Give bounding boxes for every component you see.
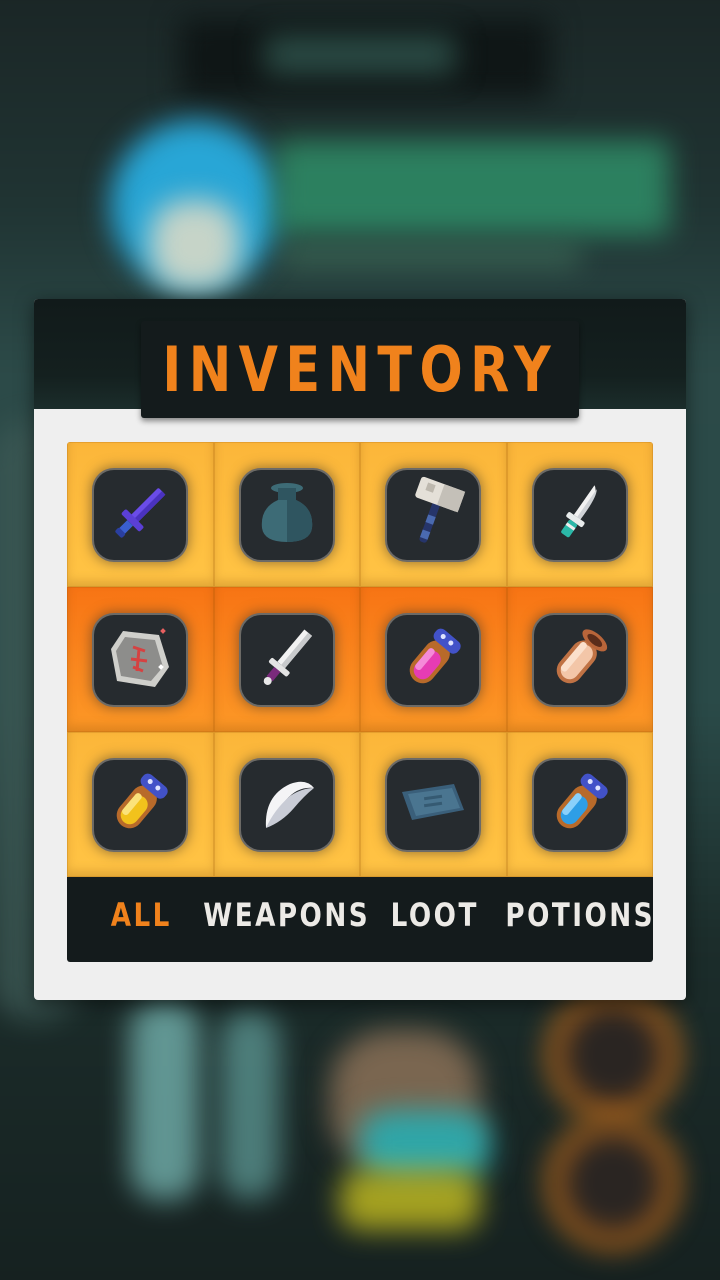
tab-weapons[interactable]: WEAPONS <box>204 877 368 952</box>
white-feather-icon <box>250 766 324 844</box>
inventory-slot-1[interactable] <box>67 442 214 587</box>
tab-weapons-label: WEAPONS <box>203 895 371 934</box>
steel-sword-icon <box>250 621 324 699</box>
inventory-title: INVENTORY <box>162 332 558 406</box>
inventory-slot-7[interactable] <box>360 587 507 732</box>
purple-sword-icon <box>103 476 177 554</box>
category-tabs: ALL WEAPONS LOOT POTIONS <box>67 877 653 962</box>
inventory-slot-9[interactable] <box>67 732 214 877</box>
inventory-slot-11[interactable] <box>360 732 507 877</box>
inventory-slot-8[interactable] <box>506 587 653 732</box>
inventory-slot-3[interactable] <box>360 442 507 587</box>
title-plate: INVENTORY <box>141 321 579 418</box>
yellow-potion-icon <box>103 766 177 844</box>
dark-jar-icon <box>250 476 324 554</box>
inventory-slot-6[interactable] <box>213 587 360 732</box>
tab-all-label: ALL <box>110 895 172 934</box>
tab-potions-label: POTIONS <box>505 895 655 934</box>
scroll-map-icon <box>396 766 470 844</box>
tab-potions[interactable]: POTIONS <box>505 877 655 952</box>
empty-vial-icon <box>543 621 617 699</box>
inventory-slot-12[interactable] <box>506 732 653 877</box>
pink-potion-icon <box>396 621 470 699</box>
inventory-slot-5[interactable] <box>67 587 214 732</box>
teal-dagger-icon <box>543 476 617 554</box>
blue-potion-icon <box>543 766 617 844</box>
tab-loot-label: LOOT <box>390 895 480 934</box>
rune-stone-icon <box>103 621 177 699</box>
inventory-slot-2[interactable] <box>213 442 360 587</box>
stone-hammer-icon <box>396 476 470 554</box>
tab-all[interactable]: ALL <box>87 877 195 952</box>
inventory-slot-10[interactable] <box>213 732 360 877</box>
inventory-slot-4[interactable] <box>506 442 653 587</box>
inventory-grid <box>67 442 653 877</box>
tab-loot[interactable]: LOOT <box>385 877 485 952</box>
inventory-panel: INVENTORY ALL WEAPONS LOOT POTIONS <box>34 299 686 1000</box>
